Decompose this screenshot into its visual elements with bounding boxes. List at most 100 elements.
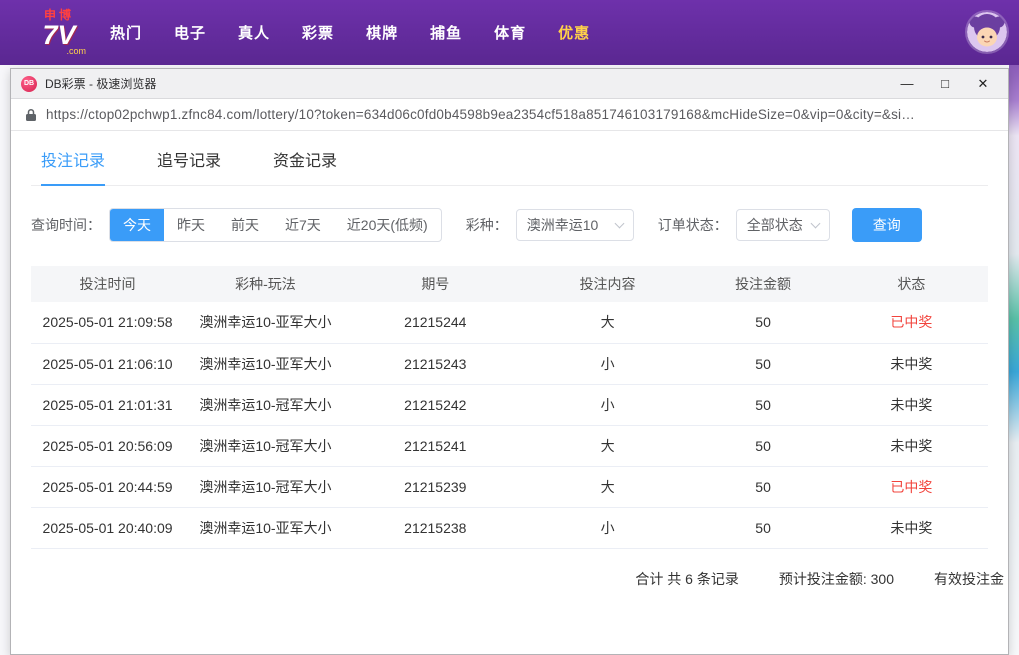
summary-valid-amount: 有效投注金 [934, 570, 1004, 587]
logo-main-text: 7V [42, 20, 76, 50]
summary-bar: 合计 共 6 条记录 预计投注金额: 300 有效投注金 [31, 569, 1004, 589]
tab-bar: 投注记录 追号记录 资金记录 [31, 131, 988, 186]
cell-status: 未中奖 [834, 384, 988, 426]
cell-issue: 21215242 [346, 384, 524, 426]
cell-amount: 50 [691, 507, 835, 549]
column-header: 期号 [346, 266, 524, 302]
chevron-down-icon [614, 218, 625, 229]
cell-game: 澳洲幸运10-亚军大小 [184, 302, 347, 344]
column-header: 彩种-玩法 [184, 266, 347, 302]
filter-bar: 查询时间： 今天 昨天 前天 近7天 近20天(低频) 彩种： 澳洲幸运10 订单状态：… [31, 208, 988, 242]
tab[interactable]: 资金记录 [273, 147, 337, 186]
lottery-select[interactable]: 澳洲幸运10 [515, 209, 634, 241]
table-row: 2025-05-01 20:40:09 澳洲幸运10-亚军大小 21215238 小 5… [31, 507, 988, 549]
cell-game: 澳洲幸运10-冠军大小 [184, 466, 347, 508]
cell-amount: 50 [691, 302, 835, 344]
time-filter-option[interactable]: 近20天(低频) [334, 209, 441, 241]
cell-status: 未中奖 [834, 507, 988, 549]
browser-urlbar[interactable]: https://ctop02pchwp1.zfnc84.com/lottery/… [11, 99, 1008, 131]
time-filter-group: 今天 昨天 前天 近7天 近20天(低频) [109, 208, 442, 242]
cell-time: 2025-05-01 21:01:31 [31, 384, 185, 426]
column-header: 状态 [834, 266, 988, 302]
time-filter-label: 查询时间： [31, 217, 101, 233]
tab[interactable]: 追号记录 [157, 147, 221, 186]
cell-status: 未中奖 [834, 425, 988, 467]
cell-amount: 50 [691, 343, 835, 385]
order-status-label: 订单状态： [657, 217, 728, 233]
browser-window-title: DB彩票 - 极速浏览器 [45, 77, 157, 91]
cell-time: 2025-05-01 21:06:10 [31, 343, 185, 385]
cell-game: 澳洲幸运10-亚军大小 [184, 507, 347, 549]
cell-issue: 21215244 [346, 302, 524, 344]
cell-amount: 50 [691, 466, 835, 508]
table-row: 2025-05-01 20:56:09 澳洲幸运10-冠军大小 21215241 大 5… [31, 425, 988, 467]
cell-amount: 50 [691, 384, 835, 426]
site-nav: 申博 7V .com 热门 电子 真人 彩票 棋牌 捕鱼 体育 优惠 [0, 0, 1019, 65]
nav-item[interactable]: 电子 [174, 22, 206, 43]
browser-favicon-icon: DB [21, 75, 37, 92]
chevron-down-icon [810, 218, 821, 229]
table-header-row: 投注时间 彩种-玩法 期号 投注内容 投注金额 状态 [31, 266, 988, 302]
cell-game: 澳洲幸运10-亚军大小 [184, 343, 347, 385]
avatar[interactable] [967, 12, 1007, 52]
table-row: 2025-05-01 21:09:58 澳洲幸运10-亚军大小 21215244 大 5… [31, 302, 988, 344]
cell-content: 小 [523, 343, 692, 385]
cell-content: 大 [523, 425, 692, 467]
column-header: 投注金额 [691, 266, 835, 302]
time-filter-option[interactable]: 近7天 [272, 209, 334, 241]
summary-total: 合计 共 6 条记录 [635, 570, 739, 587]
query-button[interactable]: 查询 [851, 208, 922, 242]
records-table: 投注时间 彩种-玩法 期号 投注内容 投注金额 状态 2025-05-01 21:09:5… [31, 266, 988, 549]
order-status-select-value: 全部状态 [746, 217, 803, 233]
cell-issue: 21215239 [346, 466, 524, 508]
browser-window: DB DB彩票 - 极速浏览器 — □ ✕ https://ctop02pchw… [10, 68, 1009, 655]
logo-sub-text: .com [66, 46, 86, 56]
avatar-image [967, 12, 1007, 52]
cell-game: 澳洲幸运10-冠军大小 [184, 384, 347, 426]
cell-content: 小 [523, 507, 692, 549]
column-header: 投注时间 [31, 266, 185, 302]
cell-content: 大 [523, 466, 692, 508]
nav-item[interactable]: 棋牌 [366, 22, 398, 43]
lottery-select-value: 澳洲幸运10 [526, 217, 599, 233]
nav-item[interactable]: 真人 [238, 22, 270, 43]
maximize-icon[interactable]: □ [938, 76, 952, 91]
site-nav-items: 热门 电子 真人 彩票 棋牌 捕鱼 体育 优惠 [110, 22, 590, 43]
order-status-select[interactable]: 全部状态 [735, 209, 830, 241]
nav-item[interactable]: 捕鱼 [430, 22, 462, 43]
cell-issue: 21215241 [346, 425, 524, 467]
cell-status: 未中奖 [834, 343, 988, 385]
table-row: 2025-05-01 21:06:10 澳洲幸运10-亚军大小 21215243 小 5… [31, 343, 988, 385]
cell-amount: 50 [691, 425, 835, 467]
time-filter-option[interactable]: 昨天 [164, 209, 218, 241]
cell-time: 2025-05-01 21:09:58 [31, 302, 185, 344]
close-icon[interactable]: ✕ [976, 76, 990, 91]
cell-status: 已中奖 [834, 302, 988, 344]
page-content: 投注记录 追号记录 资金记录 查询时间： 今天 昨天 前天 近7天 近20天(低频) 彩种：… [11, 131, 1008, 654]
url-text: https://ctop02pchwp1.zfnc84.com/lottery/… [46, 107, 915, 122]
nav-item[interactable]: 热门 [110, 22, 142, 43]
lock-icon [26, 108, 36, 121]
time-filter-option[interactable]: 前天 [218, 209, 272, 241]
cell-issue: 21215238 [346, 507, 524, 549]
nav-item[interactable]: 体育 [494, 22, 526, 43]
time-filter-option[interactable]: 今天 [110, 209, 164, 241]
tab[interactable]: 投注记录 [41, 147, 106, 186]
cell-time: 2025-05-01 20:56:09 [31, 425, 185, 467]
page-background-strip [1009, 65, 1019, 655]
lottery-filter-label: 彩种： [465, 217, 508, 233]
nav-item[interactable]: 优惠 [558, 22, 590, 43]
browser-titlebar[interactable]: DB DB彩票 - 极速浏览器 — □ ✕ [11, 69, 1008, 99]
cell-content: 大 [523, 302, 692, 344]
site-logo[interactable]: 申博 7V .com [28, 9, 90, 56]
cell-time: 2025-05-01 20:44:59 [31, 466, 185, 508]
table-row: 2025-05-01 21:01:31 澳洲幸运10-冠军大小 21215242 小 5… [31, 384, 988, 426]
cell-time: 2025-05-01 20:40:09 [31, 507, 185, 549]
cell-game: 澳洲幸运10-冠军大小 [184, 425, 347, 467]
nav-item[interactable]: 彩票 [302, 22, 334, 43]
table-row: 2025-05-01 20:44:59 澳洲幸运10-冠军大小 21215239 大 5… [31, 466, 988, 508]
cell-issue: 21215243 [346, 343, 524, 385]
column-header: 投注内容 [523, 266, 692, 302]
window-controls: — □ ✕ [900, 76, 998, 91]
minimize-icon[interactable]: — [900, 76, 914, 91]
